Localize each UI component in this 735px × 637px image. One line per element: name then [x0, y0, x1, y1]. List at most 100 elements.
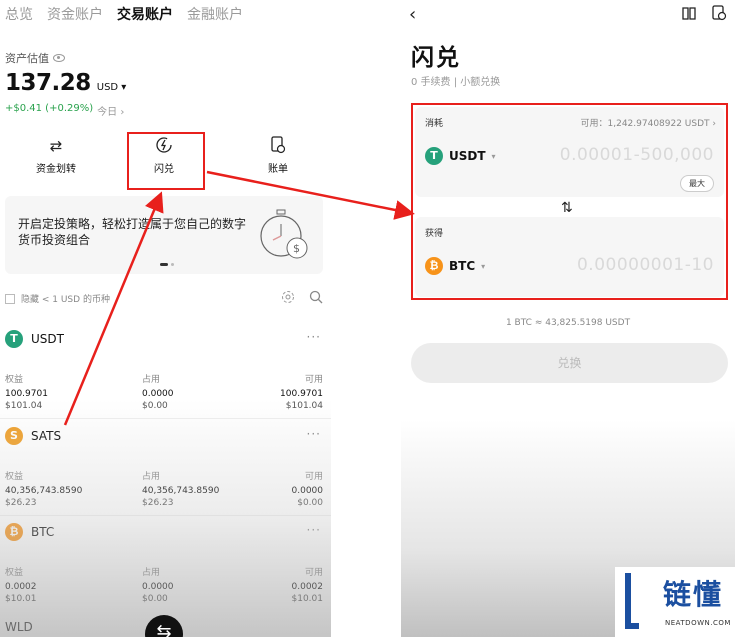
- available-col: 可用 0.0002 $10.01: [292, 565, 324, 604]
- coin-columns: 权益 100.9701 $101.04 占用 0.0000 $0.00 可用 1…: [5, 372, 323, 411]
- banner-pagination: [160, 263, 174, 266]
- transfer-icon: ⇄: [49, 137, 63, 155]
- coin-row-sats[interactable]: S SATS ··· 权益 40,356,743.8590 $26.23 占用 …: [0, 427, 331, 516]
- receive-section: 获得 ₿ BTC ▾ 0.00000001-10: [415, 217, 724, 297]
- hide-small-checkbox[interactable]: [5, 293, 15, 304]
- asset-value: 137.28 USD ▾: [5, 70, 126, 96]
- banner-text: 开启定投策略，轻松打造属于您自己的数字货币投资组合: [18, 217, 247, 247]
- available-label: 可用: [304, 568, 323, 578]
- watermark-domain: NEATDOWN.COM: [665, 619, 731, 627]
- available-value: 100.9701: [280, 389, 323, 399]
- available-value: 0.0000: [291, 486, 324, 496]
- used-usd: $0.00: [142, 594, 168, 604]
- coin-row-btc[interactable]: ₿ BTC ··· 权益 0.0002 $10.01 占用 0.0000 $0.…: [0, 523, 331, 611]
- back-icon[interactable]: ‹: [409, 4, 416, 25]
- change-period[interactable]: 今日 ›: [97, 103, 124, 118]
- from-token-symbol: USDT: [449, 149, 486, 163]
- convert-button[interactable]: 兑换: [411, 343, 728, 383]
- guide-book-icon[interactable]: [681, 5, 697, 25]
- chevron-down-icon: ▾: [491, 151, 496, 161]
- to-token-selector[interactable]: ₿ BTC ▾: [425, 257, 485, 275]
- equity-col: 权益 40,356,743.8590 $26.23: [5, 469, 82, 508]
- receive-label: 获得: [425, 229, 444, 239]
- chevron-down-icon: ▾: [481, 261, 486, 271]
- used-value: 40,356,743.8590: [142, 486, 220, 496]
- btc-logo-icon: ₿: [425, 257, 443, 275]
- equity-label: 权益: [5, 568, 24, 578]
- asset-label-text: 资产估值: [5, 52, 49, 65]
- used-label: 占用: [142, 568, 161, 578]
- equity-value: 0.0002: [5, 582, 37, 592]
- used-label: 占用: [142, 375, 161, 385]
- to-token-symbol: BTC: [449, 259, 476, 273]
- refresh-icon[interactable]: [281, 290, 295, 307]
- available-usd: $101.04: [285, 401, 323, 411]
- more-icon[interactable]: ···: [307, 330, 321, 344]
- coin-columns: 权益 0.0002 $10.01 占用 0.0000 $0.00 可用 0.00…: [5, 565, 323, 604]
- tab-overview[interactable]: 总览: [5, 4, 33, 24]
- page-title: 闪兑: [411, 45, 461, 71]
- available-col: 可用 0.0000 $0.00: [292, 469, 324, 508]
- from-amount-input[interactable]: 0.00001-500,000: [560, 145, 714, 165]
- asset-change: +$0.41 (+0.29%) 今日 ›: [5, 103, 124, 118]
- coin-symbol: BTC: [31, 525, 55, 539]
- change-value: +$0.41 (+0.29%): [5, 103, 94, 114]
- flash-swap-screen: ‹ 闪兑 0 手续费 | 小额兑换 消耗 可用：1,242.97408922 U…: [401, 0, 735, 637]
- available-usd: $10.01: [291, 594, 324, 604]
- stopwatch-icon: $: [255, 206, 311, 266]
- more-icon[interactable]: ···: [307, 427, 321, 441]
- equity-col: 权益 100.9701 $101.04: [5, 372, 48, 411]
- asset-value-number: 137.28: [5, 70, 91, 96]
- watermark-logo: 链懂 NEATDOWN.COM: [615, 567, 735, 637]
- history-icon[interactable]: [711, 5, 727, 25]
- equity-label: 权益: [5, 472, 24, 482]
- account-tabs: 总览 资金账户 交易账户 金融账户: [5, 4, 243, 24]
- available-balance[interactable]: 可用：1,242.97408922 USDT ›: [581, 116, 716, 129]
- hide-small-filter: 隐藏 < 1 USD 的币种: [5, 290, 323, 307]
- asset-valuation-label: 资产估值: [5, 50, 65, 66]
- coin-columns: 权益 40,356,743.8590 $26.23 占用 40,356,743.…: [5, 469, 323, 508]
- max-button[interactable]: 最大: [680, 175, 714, 192]
- more-icon[interactable]: ···: [307, 523, 321, 537]
- available-value: 0.0002: [291, 582, 324, 592]
- watermark-name: 链懂: [663, 578, 724, 611]
- coin-head: S SATS: [5, 427, 61, 445]
- to-amount-input[interactable]: 0.00000001-10: [577, 255, 714, 275]
- dca-banner[interactable]: 开启定投策略，轻松打造属于您自己的数字货币投资组合 $: [5, 196, 323, 274]
- transfer-button[interactable]: ⇄ 资金划转: [16, 136, 96, 175]
- swap-direction-icon[interactable]: ⇅: [561, 200, 573, 216]
- page-subtitle: 0 手续费 | 小额兑换: [411, 77, 501, 88]
- sats-logo-icon: S: [5, 427, 23, 445]
- coin-head: T USDT: [5, 330, 64, 348]
- coin-row-usdt[interactable]: T USDT ··· 权益 100.9701 $101.04 占用 0.0000…: [0, 330, 331, 419]
- used-value: 0.0000: [142, 389, 174, 399]
- used-usd: $0.00: [142, 401, 168, 411]
- svg-text:$: $: [293, 242, 300, 255]
- swap-fab-icon[interactable]: ⇆: [145, 615, 183, 637]
- tab-trading[interactable]: 交易账户: [117, 4, 173, 24]
- available-usd: $0.00: [297, 498, 323, 508]
- exchange-rate: 1 BTC ≈ 43,825.5198 USDT: [505, 318, 631, 328]
- used-label: 占用: [142, 472, 161, 482]
- equity-usd: $26.23: [5, 498, 37, 508]
- hide-small-label: 隐藏 < 1 USD 的币种: [21, 295, 110, 305]
- search-icon[interactable]: [309, 290, 323, 307]
- available-label: 可用: [304, 472, 323, 482]
- equity-col: 权益 0.0002 $10.01: [5, 565, 37, 604]
- equity-value: 100.9701: [5, 389, 48, 399]
- coin-head: ₿ BTC: [5, 523, 54, 541]
- swap-card: 消耗 可用：1,242.97408922 USDT › T USDT ▾ 0.0…: [411, 103, 728, 300]
- bill-label: 账单: [268, 164, 288, 175]
- currency-selector[interactable]: USD ▾: [97, 82, 127, 93]
- equity-label: 权益: [5, 375, 24, 385]
- tab-funding[interactable]: 资金账户: [47, 4, 103, 24]
- from-token-selector[interactable]: T USDT ▾: [425, 147, 496, 165]
- usdt-logo-icon: T: [5, 330, 23, 348]
- available-col: 可用 100.9701 $101.04: [280, 372, 323, 411]
- bill-button[interactable]: 账单: [238, 136, 318, 175]
- used-col: 占用 0.0000 $0.00: [142, 565, 174, 604]
- eye-icon[interactable]: [53, 54, 65, 62]
- bottom-nav: ⇆: [0, 615, 331, 637]
- equity-usd: $10.01: [5, 594, 37, 604]
- tab-finance[interactable]: 金融账户: [187, 4, 243, 24]
